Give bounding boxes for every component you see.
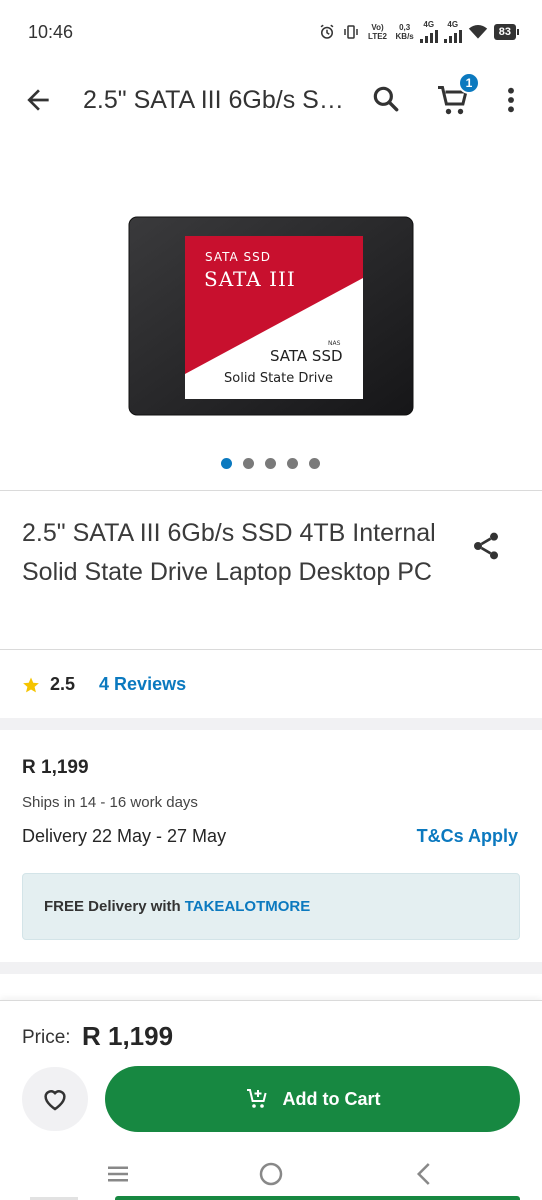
reviews-link[interactable]: 4 Reviews: [99, 674, 186, 695]
label-top-big: SATA III: [204, 267, 296, 291]
speed-unit: KB/s: [395, 31, 414, 41]
label-bottom-big: SATA SSD: [270, 347, 343, 365]
wishlist-button[interactable]: [22, 1067, 88, 1131]
alarm-icon: [320, 24, 333, 39]
vibrate-icon: [343, 24, 358, 39]
signal-bars-1-icon: [419, 29, 438, 43]
label-bottom-small: Solid State Drive: [224, 371, 333, 386]
signal-bars-2-icon: [443, 29, 462, 43]
status-icons: Vo) LTE2 0,3 KB/s 4G 4G 83: [318, 20, 520, 43]
search-icon[interactable]: [370, 83, 402, 115]
carousel-dot-4[interactable]: [287, 458, 298, 469]
section-separator: [0, 962, 542, 974]
shipping-time: Ships in 14 - 16 work days: [22, 794, 198, 811]
page-title: 2.5" SATA III 6Gb/s SSD 4TB Internal Sol…: [83, 86, 353, 114]
tcs-link[interactable]: T&Cs Apply: [417, 826, 518, 847]
divider: [0, 649, 542, 650]
nav-menu-icon[interactable]: [103, 1159, 133, 1189]
battery-indicator: 83: [493, 23, 520, 40]
star-icon: [23, 677, 39, 692]
divider: [0, 490, 542, 491]
rating-row: 2.5 4 Reviews: [22, 674, 186, 695]
bottom-action-bar: Price: R 1,199 Add to Cart: [0, 1000, 542, 1200]
back-arrow-icon[interactable]: [22, 84, 54, 116]
nav-back-icon[interactable]: [410, 1159, 440, 1189]
signal-2: 4G: [443, 20, 462, 43]
add-to-cart-icon: [246, 1089, 267, 1108]
product-image[interactable]: SATA SSD SATA III NAS SATA SSD Solid Sta…: [128, 216, 414, 416]
label-top-small: SATA SSD: [205, 250, 271, 264]
rating-value: 2.5: [50, 674, 76, 694]
app-bar: 2.5" SATA III 6Gb/s SSD 4TB Internal Sol…: [0, 66, 542, 134]
product-title: 2.5" SATA III 6Gb/s SSD 4TB Internal Sol…: [22, 519, 436, 586]
free-delivery-banner[interactable]: FREE Delivery with TAKEALOTMORE: [22, 873, 520, 940]
promo-text: FREE Delivery with: [44, 898, 181, 915]
carousel-dot-5[interactable]: [309, 458, 320, 469]
label-nas: NAS: [328, 340, 341, 347]
section-separator: [0, 718, 542, 730]
carousel-dot-1[interactable]: [221, 458, 232, 469]
add-to-cart-button[interactable]: Add to Cart: [105, 1066, 520, 1132]
system-nav-bar: [0, 1151, 542, 1200]
share-icon[interactable]: [470, 530, 502, 562]
wifi-icon: [468, 24, 487, 39]
status-bar: 10:46 Vo) LTE2 0,3 KB/s 4G 4G 83: [0, 0, 542, 66]
cart-count-badge: 1: [458, 72, 480, 94]
price-label: Price:: [22, 1027, 71, 1048]
delivery-dates: Delivery 22 May - 27 May: [22, 826, 227, 846]
scroll-peek-button: [115, 1196, 520, 1200]
network-speed: 0,3 KB/s: [396, 23, 414, 41]
add-to-cart-label: Add to Cart: [282, 1088, 381, 1109]
network-type-1: 4G: [423, 20, 435, 29]
more-vert-icon[interactable]: [500, 84, 522, 116]
speed-value: 0,3: [399, 22, 411, 32]
heart-icon: [44, 1090, 66, 1111]
product-price: R 1,199: [22, 757, 89, 778]
promo-code[interactable]: TAKEALOTMORE: [185, 898, 311, 915]
nav-home-icon[interactable]: [256, 1159, 286, 1189]
carousel-dot-3[interactable]: [265, 458, 276, 469]
bottom-price: R 1,199: [82, 1021, 174, 1051]
network-type-2: 4G: [447, 20, 459, 29]
status-time: 10:46: [28, 22, 74, 42]
volte-indicator: Vo) LTE2: [368, 22, 387, 41]
carousel-dot-2[interactable]: [243, 458, 254, 469]
image-carousel-dots: [221, 458, 320, 469]
signal-1: 4G: [419, 20, 438, 43]
